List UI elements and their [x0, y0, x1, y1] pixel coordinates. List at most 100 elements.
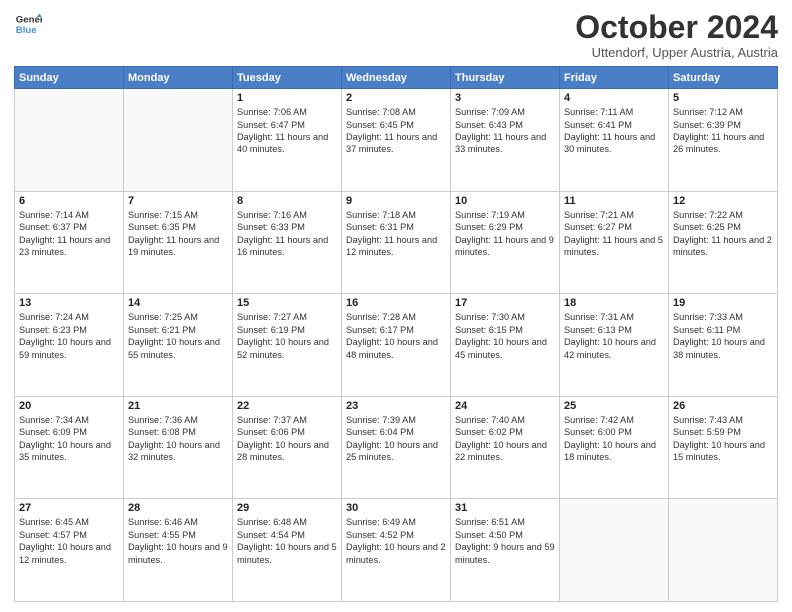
day-info: Sunrise: 7:27 AM Sunset: 6:19 PM Dayligh… [237, 311, 337, 361]
day-info: Sunrise: 7:42 AM Sunset: 6:00 PM Dayligh… [564, 414, 664, 464]
day-number: 15 [237, 297, 337, 309]
calendar-cell: 12Sunrise: 7:22 AM Sunset: 6:25 PM Dayli… [669, 191, 778, 294]
calendar-cell: 1 Sunrise: 7:06 AM Sunset: 6:47 PM Daylig… [233, 89, 342, 192]
day-number: 30 [346, 502, 446, 514]
calendar-week-3: 13 Sunrise: 7:24 AM Sunset: 6:23 PM Dayli… [15, 294, 778, 397]
day-info: Sunrise: 7:15 AM Sunset: 6:35 PM Dayligh… [128, 209, 228, 259]
day-number: 1 [237, 92, 337, 104]
month-title: October 2024 [575, 10, 778, 45]
calendar-cell: 20 Sunrise: 7:34 AM Sunset: 6:09 PM Dayli… [15, 396, 124, 499]
day-header-friday: Friday [560, 67, 669, 89]
day-number: 13 [19, 297, 119, 309]
title-block: October 2024 Uttendorf, Upper Austria, A… [575, 10, 778, 60]
calendar-cell: 29 Sunrise: 6:48 AM Sunset: 4:54 PM Dayli… [233, 499, 342, 602]
day-header-wednesday: Wednesday [342, 67, 451, 89]
day-info: Sunrise: 7:28 AM Sunset: 6:17 PM Dayligh… [346, 311, 446, 361]
day-number: 4 [564, 92, 664, 104]
day-number: 20 [19, 400, 119, 412]
location-subtitle: Uttendorf, Upper Austria, Austria [575, 45, 778, 60]
day-number: 11 [564, 195, 664, 207]
day-number: 18 [564, 297, 664, 309]
header: General Blue October 2024 Uttendorf, Upp… [14, 10, 778, 60]
calendar-cell: 13 Sunrise: 7:24 AM Sunset: 6:23 PM Dayli… [15, 294, 124, 397]
calendar-cell: 18 Sunrise: 7:31 AM Sunset: 6:13 PM Dayli… [560, 294, 669, 397]
calendar-cell: 30 Sunrise: 6:49 AM Sunset: 4:52 PM Dayli… [342, 499, 451, 602]
day-info: Sunrise: 7:37 AM Sunset: 6:06 PM Dayligh… [237, 414, 337, 464]
logo-icon: General Blue [14, 10, 42, 38]
day-info: Sunrise: 7:22 AM Sunset: 6:25 PM Dayligh… [673, 209, 773, 259]
day-number: 23 [346, 400, 446, 412]
day-info: Sunrise: 7:14 AM Sunset: 6:37 PM Dayligh… [19, 209, 119, 259]
calendar-header-row: SundayMondayTuesdayWednesdayThursdayFrid… [15, 67, 778, 89]
day-number: 8 [237, 195, 337, 207]
calendar-cell: 23 Sunrise: 7:39 AM Sunset: 6:04 PM Dayli… [342, 396, 451, 499]
day-number: 2 [346, 92, 446, 104]
calendar-cell: 14 Sunrise: 7:25 AM Sunset: 6:21 PM Dayli… [124, 294, 233, 397]
calendar-cell [124, 89, 233, 192]
calendar-cell: 9 Sunrise: 7:18 AM Sunset: 6:31 PM Daylig… [342, 191, 451, 294]
day-info: Sunrise: 7:34 AM Sunset: 6:09 PM Dayligh… [19, 414, 119, 464]
calendar-week-1: 1 Sunrise: 7:06 AM Sunset: 6:47 PM Daylig… [15, 89, 778, 192]
day-header-monday: Monday [124, 67, 233, 89]
day-info: Sunrise: 7:36 AM Sunset: 6:08 PM Dayligh… [128, 414, 228, 464]
calendar-cell: 27Sunrise: 6:45 AM Sunset: 4:57 PM Dayli… [15, 499, 124, 602]
calendar-cell: 2 Sunrise: 7:08 AM Sunset: 6:45 PM Daylig… [342, 89, 451, 192]
calendar-table: SundayMondayTuesdayWednesdayThursdayFrid… [14, 66, 778, 602]
day-info: Sunrise: 7:08 AM Sunset: 6:45 PM Dayligh… [346, 106, 446, 156]
day-number: 14 [128, 297, 228, 309]
day-number: 7 [128, 195, 228, 207]
calendar-cell: 11Sunrise: 7:21 AM Sunset: 6:27 PM Dayli… [560, 191, 669, 294]
day-info: Sunrise: 7:40 AM Sunset: 6:02 PM Dayligh… [455, 414, 555, 464]
day-info: Sunrise: 6:48 AM Sunset: 4:54 PM Dayligh… [237, 516, 337, 566]
day-info: Sunrise: 7:12 AM Sunset: 6:39 PM Dayligh… [673, 106, 773, 156]
calendar-cell: 24 Sunrise: 7:40 AM Sunset: 6:02 PM Dayli… [451, 396, 560, 499]
day-number: 6 [19, 195, 119, 207]
calendar-cell: 19Sunrise: 7:33 AM Sunset: 6:11 PM Dayli… [669, 294, 778, 397]
calendar-cell [560, 499, 669, 602]
calendar-cell: 7 Sunrise: 7:15 AM Sunset: 6:35 PM Daylig… [124, 191, 233, 294]
day-number: 22 [237, 400, 337, 412]
day-number: 3 [455, 92, 555, 104]
calendar-page: General Blue October 2024 Uttendorf, Upp… [0, 0, 792, 612]
day-info: Sunrise: 7:09 AM Sunset: 6:43 PM Dayligh… [455, 106, 555, 156]
day-number: 31 [455, 502, 555, 514]
day-number: 5 [673, 92, 773, 104]
day-header-sunday: Sunday [15, 67, 124, 89]
day-info: Sunrise: 7:11 AM Sunset: 6:41 PM Dayligh… [564, 106, 664, 156]
day-number: 9 [346, 195, 446, 207]
day-number: 19 [673, 297, 773, 309]
day-number: 29 [237, 502, 337, 514]
day-info: Sunrise: 7:31 AM Sunset: 6:13 PM Dayligh… [564, 311, 664, 361]
day-number: 25 [564, 400, 664, 412]
calendar-cell: 21Sunrise: 7:36 AM Sunset: 6:08 PM Dayli… [124, 396, 233, 499]
day-number: 28 [128, 502, 228, 514]
day-number: 26 [673, 400, 773, 412]
day-info: Sunrise: 7:18 AM Sunset: 6:31 PM Dayligh… [346, 209, 446, 259]
day-number: 27 [19, 502, 119, 514]
day-header-tuesday: Tuesday [233, 67, 342, 89]
calendar-week-4: 20 Sunrise: 7:34 AM Sunset: 6:09 PM Dayli… [15, 396, 778, 499]
day-info: Sunrise: 7:39 AM Sunset: 6:04 PM Dayligh… [346, 414, 446, 464]
calendar-cell: 25 Sunrise: 7:42 AM Sunset: 6:00 PM Dayli… [560, 396, 669, 499]
day-header-thursday: Thursday [451, 67, 560, 89]
calendar-cell: 8Sunrise: 7:16 AM Sunset: 6:33 PM Daylig… [233, 191, 342, 294]
calendar-week-5: 27Sunrise: 6:45 AM Sunset: 4:57 PM Dayli… [15, 499, 778, 602]
calendar-cell: 22 Sunrise: 7:37 AM Sunset: 6:06 PM Dayli… [233, 396, 342, 499]
calendar-cell [15, 89, 124, 192]
day-info: Sunrise: 6:46 AM Sunset: 4:55 PM Dayligh… [128, 516, 228, 566]
calendar-cell: 31Sunrise: 6:51 AM Sunset: 4:50 PM Dayli… [451, 499, 560, 602]
calendar-cell: 4 Sunrise: 7:11 AM Sunset: 6:41 PM Daylig… [560, 89, 669, 192]
day-info: Sunrise: 7:43 AM Sunset: 5:59 PM Dayligh… [673, 414, 773, 464]
calendar-cell: 16Sunrise: 7:28 AM Sunset: 6:17 PM Dayli… [342, 294, 451, 397]
day-number: 24 [455, 400, 555, 412]
calendar-cell [669, 499, 778, 602]
day-info: Sunrise: 7:06 AM Sunset: 6:47 PM Dayligh… [237, 106, 337, 156]
calendar-cell: 10Sunrise: 7:19 AM Sunset: 6:29 PM Dayli… [451, 191, 560, 294]
day-info: Sunrise: 7:19 AM Sunset: 6:29 PM Dayligh… [455, 209, 555, 259]
logo: General Blue [14, 10, 42, 38]
calendar-cell: 17Sunrise: 7:30 AM Sunset: 6:15 PM Dayli… [451, 294, 560, 397]
day-info: Sunrise: 7:25 AM Sunset: 6:21 PM Dayligh… [128, 311, 228, 361]
calendar-cell: 5 Sunrise: 7:12 AM Sunset: 6:39 PM Daylig… [669, 89, 778, 192]
day-info: Sunrise: 7:24 AM Sunset: 6:23 PM Dayligh… [19, 311, 119, 361]
day-info: Sunrise: 6:49 AM Sunset: 4:52 PM Dayligh… [346, 516, 446, 566]
